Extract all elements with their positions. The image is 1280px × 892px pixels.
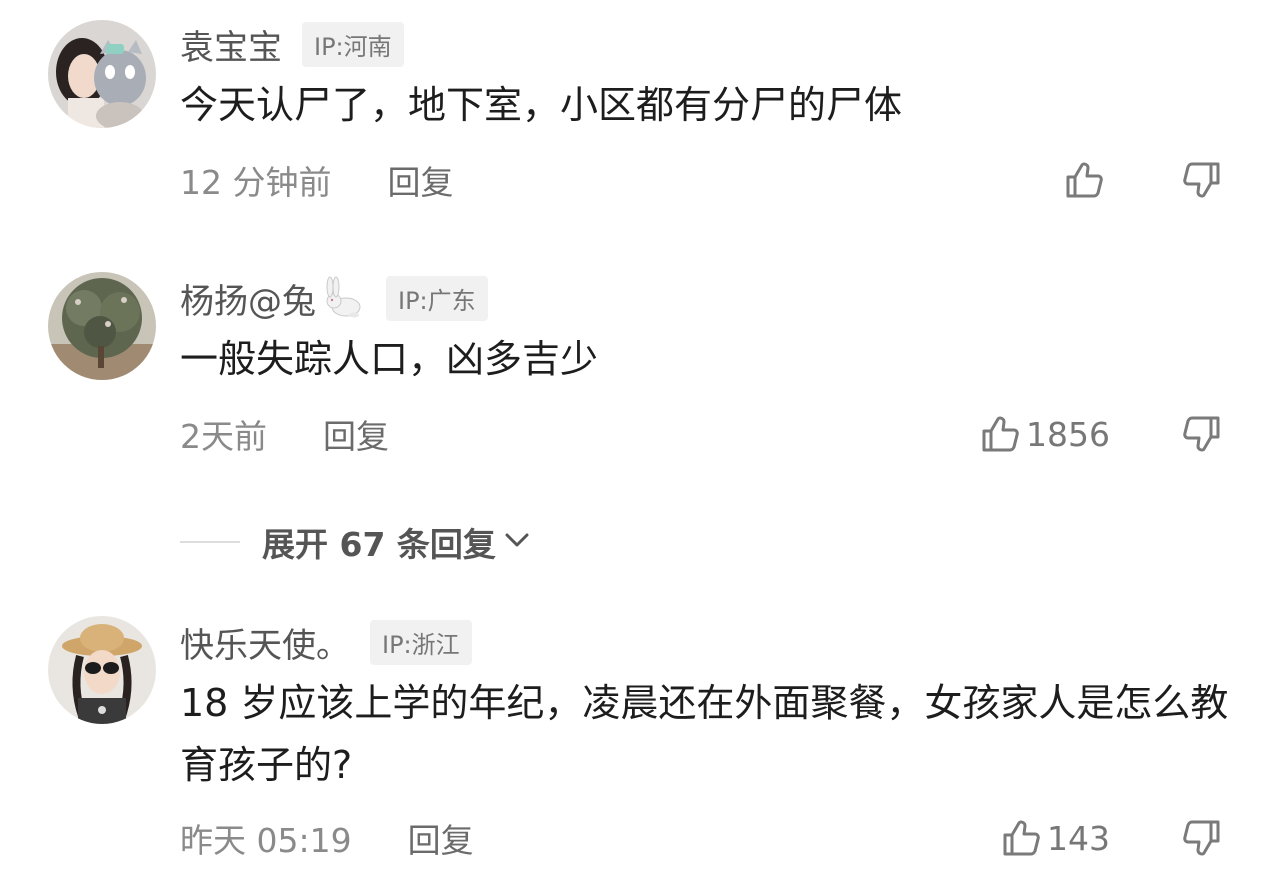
thumbs-up-icon bbox=[1064, 160, 1104, 200]
reply-button[interactable]: 回复 bbox=[387, 156, 453, 204]
comment-meta: 12 分钟前 回复 bbox=[180, 156, 453, 204]
ip-location-badge: IP:广东 bbox=[386, 275, 488, 321]
username[interactable]: 杨扬@兔 bbox=[180, 274, 316, 323]
comment-text: 今天认尸了，地下室，小区都有分尸的尸体 bbox=[180, 83, 903, 127]
comment-meta: 2天前 回复 bbox=[180, 410, 389, 458]
like-button[interactable]: 143 bbox=[1001, 814, 1110, 862]
dislike-button[interactable] bbox=[1180, 814, 1224, 862]
username[interactable]: 袁宝宝 bbox=[180, 20, 282, 69]
comment-text: 一般失踪人口，凶多吉少 bbox=[180, 337, 599, 381]
like-count: 143 bbox=[1047, 818, 1110, 858]
chevron-down-icon bbox=[502, 525, 532, 559]
expand-replies-button[interactable]: 展开 67 条回复 bbox=[180, 516, 532, 568]
reply-button[interactable]: 回复 bbox=[408, 814, 474, 862]
dislike-button[interactable] bbox=[1180, 156, 1224, 204]
reply-button[interactable]: 回复 bbox=[323, 410, 389, 458]
avatar[interactable] bbox=[48, 616, 156, 724]
comment-meta: 昨天 05:19 回复 bbox=[180, 814, 474, 862]
expand-replies-label: 展开 67 条回复 bbox=[262, 525, 496, 564]
like-button[interactable] bbox=[1064, 156, 1110, 204]
divider bbox=[180, 541, 240, 543]
avatar[interactable] bbox=[48, 272, 156, 380]
rabbit-emoji-icon bbox=[320, 275, 366, 321]
ip-location-badge: IP:河南 bbox=[302, 21, 404, 67]
like-button[interactable]: 1856 bbox=[980, 410, 1110, 458]
comment-time: 2天前 bbox=[180, 417, 267, 456]
like-count: 1856 bbox=[1026, 414, 1110, 454]
username-row: 袁宝宝 IP:河南 bbox=[180, 20, 404, 68]
comment-time: 昨天 05:19 bbox=[180, 821, 352, 860]
thumbs-up-icon bbox=[980, 414, 1020, 454]
dislike-button[interactable] bbox=[1180, 410, 1224, 458]
thumbs-up-icon bbox=[1001, 818, 1041, 858]
username-row: 杨扬@兔 IP:广东 bbox=[180, 274, 488, 322]
username[interactable]: 快乐天使。 bbox=[180, 618, 350, 667]
comment-text: 18 岁应该上学的年纪，凌晨还在外面聚餐，女孩家人是怎么教育孩子的? bbox=[180, 681, 1229, 787]
ip-location-badge: IP:浙江 bbox=[370, 619, 472, 665]
avatar[interactable] bbox=[48, 20, 156, 128]
thumbs-down-icon bbox=[1182, 818, 1222, 858]
username-row: 快乐天使。 IP:浙江 bbox=[180, 618, 472, 666]
thumbs-down-icon bbox=[1182, 414, 1222, 454]
comment-time: 12 分钟前 bbox=[180, 163, 332, 202]
thumbs-down-icon bbox=[1182, 160, 1222, 200]
